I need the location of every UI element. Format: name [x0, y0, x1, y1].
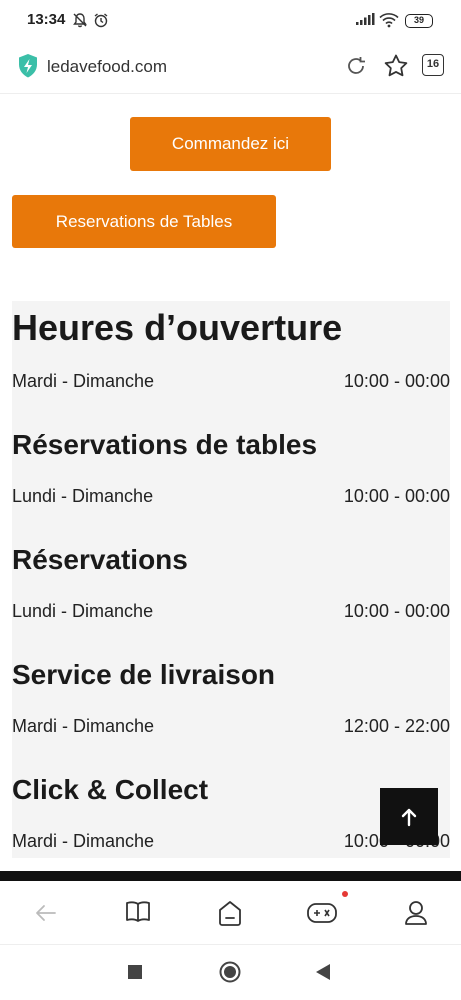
section-time: 12:00 - 22:00 — [343, 716, 450, 736]
status-time: 13:34 — [27, 11, 66, 28]
hours-days: Mardi - Dimanche — [12, 371, 155, 391]
shield-lightning-icon — [19, 54, 37, 78]
section-title-delivery: Service de livraison — [12, 659, 276, 690]
gamepad-icon[interactable] — [306, 901, 338, 925]
opening-hours-panel: Heures d’ouverture Mardi - Dimanche 10:0… — [12, 301, 450, 858]
system-nav-bar — [0, 945, 461, 1000]
wifi-icon — [379, 13, 399, 28]
status-bar: 13:34 39 — [0, 0, 461, 42]
scroll-to-top-button[interactable] — [380, 788, 438, 845]
section-title-reservations: Réservations — [12, 544, 188, 575]
recents-square-icon[interactable] — [128, 965, 142, 979]
signal-icon — [356, 13, 375, 25]
back-arrow-icon[interactable] — [34, 901, 58, 925]
section-days: Mardi - Dimanche — [12, 831, 155, 851]
notification-dot — [342, 891, 348, 897]
home-icon[interactable] — [216, 899, 244, 927]
page-footer-edge — [0, 871, 461, 881]
arrow-up-icon — [401, 808, 417, 826]
home-circle-icon[interactable] — [219, 961, 241, 983]
url-text[interactable]: ledavefood.com — [47, 57, 167, 77]
star-icon[interactable] — [383, 53, 409, 79]
browser-bottom-nav — [0, 881, 461, 945]
section-time: 10:00 - 00:00 — [343, 486, 450, 506]
battery-icon: 39 — [405, 14, 433, 28]
section-title-table-reservations: Réservations de tables — [12, 429, 318, 460]
browser-address-bar[interactable]: ledavefood.com 16 — [0, 42, 461, 94]
section-days: Lundi - Dimanche — [12, 601, 154, 621]
section-time: 10:00 - 00:00 — [343, 601, 450, 621]
section-days: Lundi - Dimanche — [12, 486, 154, 506]
section-days: Mardi - Dimanche — [12, 716, 155, 736]
hours-time: 10:00 - 00:00 — [343, 371, 450, 391]
opening-hours-title: Heures d’ouverture — [12, 307, 343, 348]
profile-icon[interactable] — [403, 899, 429, 927]
mute-icon — [73, 13, 87, 28]
book-icon[interactable] — [124, 899, 152, 925]
tabs-icon[interactable]: 16 — [422, 54, 444, 76]
table-reservations-button[interactable]: Reservations de Tables — [12, 195, 276, 248]
order-here-button[interactable]: Commandez ici — [130, 117, 331, 171]
back-triangle-icon[interactable] — [316, 964, 330, 980]
section-title-click-collect: Click & Collect — [12, 774, 209, 805]
reload-icon[interactable] — [345, 55, 367, 77]
alarm-icon — [94, 13, 108, 28]
